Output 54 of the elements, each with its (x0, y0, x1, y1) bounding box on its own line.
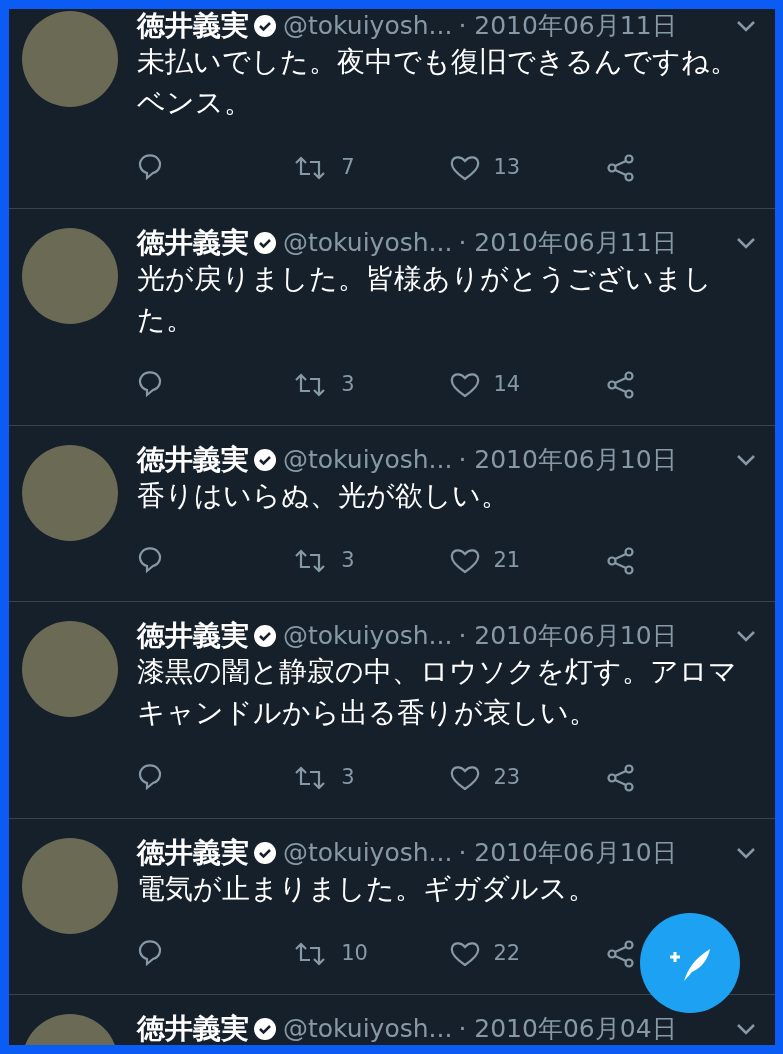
like-count: 14 (493, 371, 521, 399)
share-icon[interactable] (605, 153, 636, 183)
retweet-icon[interactable] (293, 547, 328, 575)
like-heart-icon[interactable] (449, 371, 480, 399)
like-count: 13 (493, 154, 521, 182)
tweet-text: 未払いでした。夜中でも復旧できるんですね。ベンス。 (137, 44, 739, 121)
tweet-text: 香りはいらぬ、光が欲しい。 (137, 478, 510, 514)
author-name: 徳井義実 (137, 835, 249, 871)
author-name: 徳井義実 (137, 1011, 249, 1045)
tweet-date: · 2010年06月10日 (458, 620, 677, 653)
retweet-icon[interactable] (293, 371, 328, 399)
share-icon[interactable] (605, 370, 636, 400)
like-heart-icon[interactable] (449, 940, 480, 968)
chevron-down-icon[interactable] (736, 630, 756, 642)
share-icon[interactable] (605, 546, 636, 576)
like-count: 23 (493, 764, 521, 792)
like-count: 21 (493, 547, 521, 575)
tweet-text: 漆黒の闇と静寂の中、ロウソクを灯す。アロマキャンドルから出る香りが哀しい。 (137, 654, 738, 731)
user-handle: @tokuiyosh... (283, 10, 453, 43)
user-handle: @tokuiyosh... (283, 837, 453, 870)
tweet-text: 光が戻りました。皆様ありがとうございました。 (137, 261, 713, 338)
author-name: 徳井義実 (137, 9, 249, 44)
chevron-down-icon[interactable] (736, 454, 756, 466)
author-name: 徳井義実 (137, 225, 249, 261)
like-heart-icon[interactable] (449, 547, 480, 575)
retweet-icon[interactable] (293, 940, 328, 968)
retweet-count: 7 (341, 154, 355, 182)
tweet-date: · 2010年06月11日 (458, 227, 677, 260)
tweet-date: · 2010年06月04日 (458, 1013, 677, 1045)
tweet-date: · 2010年06月11日 (458, 10, 677, 43)
like-count: 22 (493, 940, 521, 968)
author-name: 徳井義実 (137, 442, 249, 478)
share-icon[interactable] (605, 763, 636, 793)
share-icon[interactable] (605, 939, 636, 969)
user-handle: @tokuiyosh... (283, 1013, 453, 1045)
retweet-icon[interactable] (293, 154, 328, 182)
tweet-date: · 2010年06月10日 (458, 837, 677, 870)
tweet-text: 電気が止まりました。ギガダルス。 (137, 871, 597, 907)
user-handle: @tokuiyosh... (283, 620, 453, 653)
retweet-icon[interactable] (293, 764, 328, 792)
chevron-down-icon[interactable] (736, 20, 756, 32)
user-handle: @tokuiyosh... (283, 444, 453, 477)
retweet-count: 3 (341, 764, 355, 792)
chevron-down-icon[interactable] (736, 847, 756, 859)
like-heart-icon[interactable] (449, 764, 480, 792)
retweet-count: 10 (341, 940, 368, 968)
author-name: 徳井義実 (137, 618, 249, 654)
retweet-count: 3 (341, 371, 355, 399)
like-heart-icon[interactable] (449, 154, 480, 182)
retweet-count: 3 (341, 547, 355, 575)
tweet-date: · 2010年06月10日 (458, 444, 677, 477)
user-handle: @tokuiyosh... (283, 227, 453, 260)
chevron-down-icon[interactable] (736, 237, 756, 249)
chevron-down-icon[interactable] (736, 1023, 756, 1035)
